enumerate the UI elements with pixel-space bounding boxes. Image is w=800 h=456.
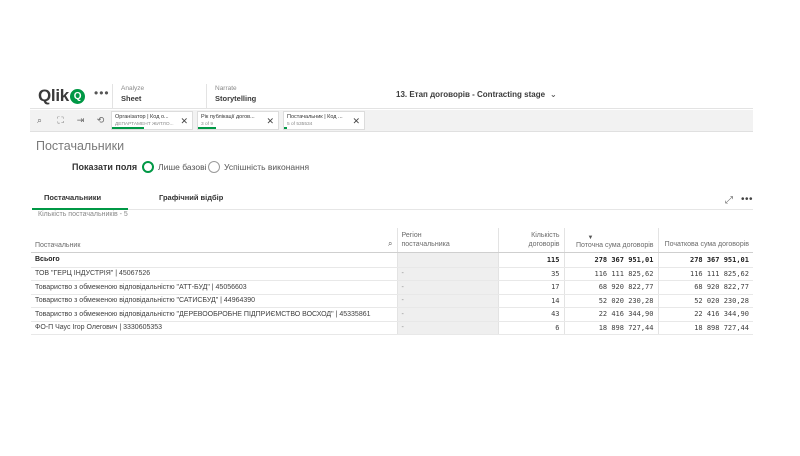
header-region[interactable]: Регіон постачальника <box>396 228 498 253</box>
table-row[interactable]: ФО-П Чаус Ігор Олегович | 3330605353 - 6… <box>31 321 753 335</box>
nav-narrate-sub: Narrate <box>215 85 237 92</box>
nav-narrate-storytelling[interactable]: Narrate Storytelling <box>206 84 300 108</box>
region-cell[interactable]: - <box>396 307 498 322</box>
selection-chip-organizer[interactable]: Організатор | Код о... ДЕПАРТАМЕНТ ЖИТЛО… <box>111 111 193 130</box>
close-icon[interactable]: ✕ <box>266 116 274 127</box>
sheet-title: 13. Етап договорів - Contracting stage <box>396 90 546 99</box>
sheet-selector[interactable]: 13. Етап договорів - Contracting stage ⌄ <box>396 90 557 99</box>
fields-label: Показати поля <box>72 162 138 172</box>
header-count[interactable]: Кількість договорів <box>497 228 564 253</box>
suppliers-table: Постачальник ⌕ Регіон постачальника Кіль… <box>31 228 753 335</box>
current-sum-cell: 18 898 727,44 <box>563 321 658 335</box>
nav-analyze-main: Sheet <box>121 94 142 103</box>
radio-performance[interactable]: Успішність виконання <box>208 161 309 173</box>
table-row[interactable]: Товариство з обмеженою відповідальністю … <box>31 294 753 308</box>
count-cell: 43 <box>497 307 564 322</box>
expand-icon[interactable]: ⤢ <box>725 195 733 206</box>
count-cell: 14 <box>497 294 564 308</box>
initial-sum-cell: 68 920 822,77 <box>657 280 753 295</box>
radio-basic-label: Лише базові <box>158 162 207 172</box>
chip-selection-bar <box>198 127 216 129</box>
initial-sum-cell: 116 111 825,62 <box>657 267 753 281</box>
current-sum-cell: 116 111 825,62 <box>563 267 658 281</box>
logo-text: Qlik <box>38 86 69 105</box>
tab-divider <box>128 209 753 210</box>
supplier-cell[interactable]: Товариство з обмеженою відповідальністю … <box>31 280 397 295</box>
header-supplier-label: Постачальник <box>35 241 81 249</box>
region-cell[interactable]: - <box>396 267 498 281</box>
search-icon[interactable]: ⌕ <box>388 239 392 249</box>
chip-value: 5 of 535534 <box>287 122 313 127</box>
total-initial-sum: 278 367 951,01 <box>657 252 753 268</box>
chevron-down-icon: ⌄ <box>550 90 557 99</box>
supplier-cell[interactable]: ФО-П Чаус Ігор Олегович | 3330605353 <box>31 321 397 335</box>
chip-field: Постачальник | Код ... <box>287 114 343 120</box>
current-sum-cell: 68 920 822,77 <box>563 280 658 295</box>
count-cell: 6 <box>497 321 564 335</box>
table-row[interactable]: ТОВ "ГЕРЦ ІНДУСТРІЯ" | 45067526 - 35 116… <box>31 267 753 281</box>
smart-search-icon[interactable]: ⌕ <box>33 114 46 127</box>
region-cell[interactable]: - <box>396 294 498 308</box>
radio-unchecked-icon <box>208 161 220 173</box>
header-region-label: Регіон постачальника <box>401 231 450 248</box>
supplier-cell[interactable]: Товариство з обмеженою відповідальністю … <box>31 307 397 322</box>
tab-suppliers[interactable]: Постачальники <box>44 193 101 202</box>
close-icon[interactable]: ✕ <box>352 116 360 127</box>
active-tab-indicator <box>32 208 128 210</box>
header-initial-sum-label: Початкова сума договорів <box>664 240 749 248</box>
selections-bar: ⌕ ⛶ ⇥ ⟲ Організатор | Код о... ДЕПАРТАМЕ… <box>30 110 753 132</box>
header-current-sum-label: Поточна сума договорів <box>575 241 654 249</box>
selection-chip-year[interactable]: Рік публікації догов... 3 of 9 ✕ <box>197 111 279 130</box>
chip-selection-bar <box>112 127 144 129</box>
table-header-row: Постачальник ⌕ Регіон постачальника Кіль… <box>31 228 753 253</box>
total-current-sum: 278 367 951,01 <box>563 252 658 268</box>
initial-sum-cell: 52 020 230,28 <box>657 294 753 308</box>
total-count: 115 <box>497 252 564 268</box>
chip-selection-bar <box>284 127 288 129</box>
table-row[interactable]: Товариство з обмеженою відповідальністю … <box>31 307 753 322</box>
logo-badge: Q <box>69 88 85 104</box>
total-region-cell <box>396 252 498 268</box>
header-supplier[interactable]: Постачальник ⌕ <box>31 228 397 253</box>
nav-narrate-main: Storytelling <box>215 94 257 103</box>
initial-sum-cell: 22 416 344,90 <box>657 307 753 322</box>
selections-tool-icon[interactable]: ⛶ <box>54 114 67 127</box>
clear-selections-icon[interactable]: ⟲ <box>94 114 107 127</box>
header-count-label: Кількість договорів <box>528 231 560 248</box>
table-total-row: Всього 115 278 367 951,01 278 367 951,01 <box>31 252 753 268</box>
count-cell: 17 <box>497 280 564 295</box>
more-menu-icon[interactable]: ••• <box>94 86 110 100</box>
current-sum-cell: 22 416 344,90 <box>563 307 658 322</box>
supplier-cell[interactable]: Товариство з обмеженою відповідальністю … <box>31 294 397 308</box>
object-menu-icon[interactable]: ••• <box>741 194 753 205</box>
chip-field: Рік публікації догов... <box>201 114 255 120</box>
supplier-cell[interactable]: ТОВ "ГЕРЦ ІНДУСТРІЯ" | 45067526 <box>31 267 397 281</box>
header-current-sum[interactable]: ▼ Поточна сума договорів <box>563 228 658 253</box>
chip-field: Організатор | Код о... <box>115 114 169 120</box>
table-row[interactable]: Товариство з обмеженою відповідальністю … <box>31 280 753 295</box>
supplier-count-label: Кількість постачальників - 5 <box>38 211 128 218</box>
selection-chip-supplier[interactable]: Постачальник | Код ... 5 of 535534 ✕ <box>283 111 365 130</box>
radio-basic-only[interactable]: Лише базові <box>142 161 206 173</box>
initial-sum-cell: 18 898 727,44 <box>657 321 753 335</box>
qlik-logo[interactable]: Qlik Q <box>38 86 85 106</box>
header-initial-sum[interactable]: Початкова сума договорів <box>657 228 753 253</box>
total-label: Всього <box>31 252 397 268</box>
radio-performance-label: Успішність виконання <box>224 162 310 172</box>
nav-analyze-sheet[interactable]: Analyze Sheet <box>112 84 206 108</box>
count-cell: 35 <box>497 267 564 281</box>
tab-graphic-selection[interactable]: Графічний відбір <box>159 193 223 202</box>
sort-desc-icon: ▼ <box>587 234 594 241</box>
page-title: Постачальники <box>36 139 125 153</box>
top-bar: Qlik Q ••• Analyze Sheet Narrate Storyte… <box>30 82 753 109</box>
step-forward-icon[interactable]: ⇥ <box>74 114 87 127</box>
radio-checked-icon <box>142 161 154 173</box>
close-icon[interactable]: ✕ <box>180 116 188 127</box>
region-cell[interactable]: - <box>396 321 498 335</box>
nav-analyze-sub: Analyze <box>121 85 145 92</box>
region-cell[interactable]: - <box>396 280 498 295</box>
current-sum-cell: 52 020 230,28 <box>563 294 658 308</box>
